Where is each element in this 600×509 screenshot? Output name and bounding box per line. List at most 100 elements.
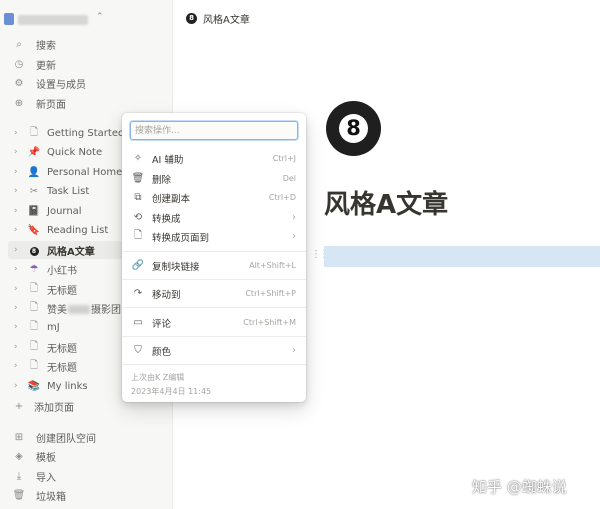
sidebar-settings[interactable]: ⚙ 设置与成员: [12, 74, 168, 92]
sidebar-page-label: Getting Started: [47, 127, 125, 139]
menu-search-input[interactable]: [130, 121, 298, 140]
menu-item-move-to[interactable]: ↷ 移动到 Ctrl+Shift+P: [128, 284, 300, 303]
menu-divider: [122, 364, 306, 365]
chevron-right-icon[interactable]: ›: [14, 381, 24, 391]
sidebar-page-label: Personal Home: [47, 166, 123, 178]
menu-item-label: 转换成: [152, 213, 181, 225]
move-arrow-icon: ↷: [133, 288, 143, 299]
template-icon: ◈: [15, 450, 23, 462]
block-actions-menu: ✧ AI 辅助 Ctrl+J 🗑 删除 Del ⧉ 创建副本 Ctrl+D ⟲ …: [122, 113, 306, 402]
menu-item-comment[interactable]: ▭ 评论 Ctrl+Shift+M: [128, 313, 300, 332]
menu-last-edited-time: 2023年4月4日 11:45: [131, 387, 212, 396]
menu-item-copy-link[interactable]: 🔗 复制块链接 Alt+Shift+L: [128, 256, 300, 275]
document-icon: 🗋: [29, 282, 39, 294]
menu-item-label: 转换成页面到: [152, 232, 210, 244]
chevron-right-icon[interactable]: ›: [14, 322, 24, 332]
link-icon: 🔗: [131, 260, 145, 271]
chevron-right-icon[interactable]: ›: [14, 361, 24, 371]
menu-item-shortcut: Del: [282, 174, 296, 183]
sidebar-search[interactable]: ⌕ 搜索: [12, 35, 168, 53]
menu-item-shortcut: Ctrl+Shift+P: [245, 289, 296, 298]
chevron-right-icon[interactable]: ›: [14, 206, 24, 216]
clock-icon: ◷: [14, 58, 24, 70]
sidebar-item-label: 模板: [36, 452, 56, 464]
turn-into-icon: ⟲: [133, 212, 143, 223]
duplicate-icon: ⧉: [134, 192, 142, 203]
sidebar-item-label: 导入: [36, 472, 56, 484]
gear-icon: ⚙: [14, 77, 24, 89]
sidebar-page-label: 无标题: [47, 285, 77, 297]
chevron-right-icon[interactable]: ›: [14, 225, 24, 235]
trash-icon: 🗑: [131, 173, 145, 184]
menu-item-delete[interactable]: 🗑 删除 Del: [128, 169, 300, 188]
sparkle-icon: ✧: [133, 153, 143, 164]
chevron-right-icon[interactable]: ›: [14, 342, 24, 352]
sidebar-item-label: 更新: [36, 60, 56, 72]
chevron-right-icon[interactable]: ›: [14, 186, 24, 196]
menu-item-label: 复制块链接: [152, 261, 200, 273]
chevron-right-icon[interactable]: ›: [14, 264, 24, 274]
sidebar-import[interactable]: ⤓ 导入: [12, 467, 168, 485]
sidebar-templates[interactable]: ◈ 模板: [12, 447, 168, 465]
menu-item-label: 移动到: [152, 289, 181, 301]
scissors-icon: ✂: [29, 185, 39, 197]
sidebar-item-label: 搜索: [36, 40, 56, 52]
menu-item-turn-into[interactable]: ⟲ 转换成 ›: [128, 208, 300, 227]
workspace-name-redacted: [18, 15, 88, 25]
chevron-right-icon[interactable]: ›: [14, 147, 24, 157]
menu-item-turn-into-page[interactable]: 🗋 转换成页面到 ›: [128, 227, 300, 246]
person-icon: 👤: [27, 166, 41, 178]
menu-divider: [122, 279, 306, 280]
bookmark-icon: 🔖: [27, 224, 41, 236]
sidebar-page-label: Quick Note: [47, 146, 103, 158]
menu-item-ai-assist[interactable]: ✧ AI 辅助 Ctrl+J: [128, 149, 300, 168]
menu-item-label: 评论: [152, 318, 172, 330]
menu-divider: [122, 336, 306, 337]
chevron-right-icon[interactable]: ›: [14, 128, 24, 138]
redacted-text: [68, 305, 90, 314]
search-icon: ⌕: [16, 38, 22, 50]
sidebar-page-label: Task List: [47, 185, 90, 197]
page-icon-billiard-ball-8[interactable]: 8: [326, 101, 381, 156]
sidebar-page-label: 风格A文章: [47, 246, 95, 258]
umbrella-icon: ☂: [29, 263, 39, 275]
sidebar-item-label: 垃圾箱: [36, 491, 66, 503]
sidebar-page-label: 无标题: [47, 362, 77, 374]
chevron-right-icon[interactable]: ›: [14, 284, 24, 294]
chevron-right-icon: ›: [292, 212, 296, 223]
sidebar-page-label: 小红书: [47, 265, 77, 277]
sidebar-page-label: 无标题: [47, 343, 77, 355]
plus-circle-icon: ⊕: [14, 97, 24, 109]
chevron-right-icon[interactable]: ›: [14, 167, 24, 177]
document-icon: 🗋: [29, 359, 39, 371]
breadcrumb-title: 风格A文章: [203, 15, 250, 26]
selected-block[interactable]: [324, 246, 600, 267]
breadcrumb[interactable]: 8 风格A文章: [186, 11, 250, 26]
menu-item-shortcut: Ctrl+D: [268, 193, 296, 202]
workspace-switcher[interactable]: ⌃: [4, 8, 164, 30]
menu-item-shortcut: Ctrl+Shift+M: [243, 318, 296, 327]
sidebar-create-teamspace[interactable]: ⊞ 创建团队空间: [12, 428, 168, 446]
chevron-right-icon[interactable]: ›: [14, 245, 24, 255]
sidebar-page-label: My links: [47, 380, 88, 392]
sidebar-page-label: mJ: [47, 321, 60, 333]
menu-last-edited-by: 上次由K Z编辑: [131, 373, 185, 382]
menu-item-color[interactable]: ⛉ 颜色 ›: [128, 341, 300, 360]
sidebar-updates[interactable]: ◷ 更新: [12, 55, 168, 73]
sidebar-item-label: 创建团队空间: [36, 433, 96, 445]
document-icon: 🗋: [29, 126, 39, 138]
sidebar-page-label: 赞美 摄影团队: [47, 304, 131, 316]
pin-icon: 📌: [27, 146, 41, 158]
chevron-right-icon[interactable]: ›: [14, 303, 24, 313]
sidebar-new-page[interactable]: ⊕ 新页面: [12, 94, 168, 112]
document-icon: 🗋: [29, 340, 39, 352]
book-icon: 📓: [27, 205, 41, 217]
page-title[interactable]: 风格A文章: [324, 184, 448, 221]
books-icon: 📚: [27, 380, 41, 392]
sidebar-trash[interactable]: 🗑 垃圾箱: [12, 486, 168, 504]
menu-item-duplicate[interactable]: ⧉ 创建副本 Ctrl+D: [128, 188, 300, 207]
page-icon: 🗋: [133, 230, 143, 241]
menu-item-shortcut: Alt+Shift+L: [249, 261, 296, 270]
sidebar-item-label: 添加页面: [34, 402, 74, 414]
menu-item-label: 创建副本: [152, 193, 191, 205]
